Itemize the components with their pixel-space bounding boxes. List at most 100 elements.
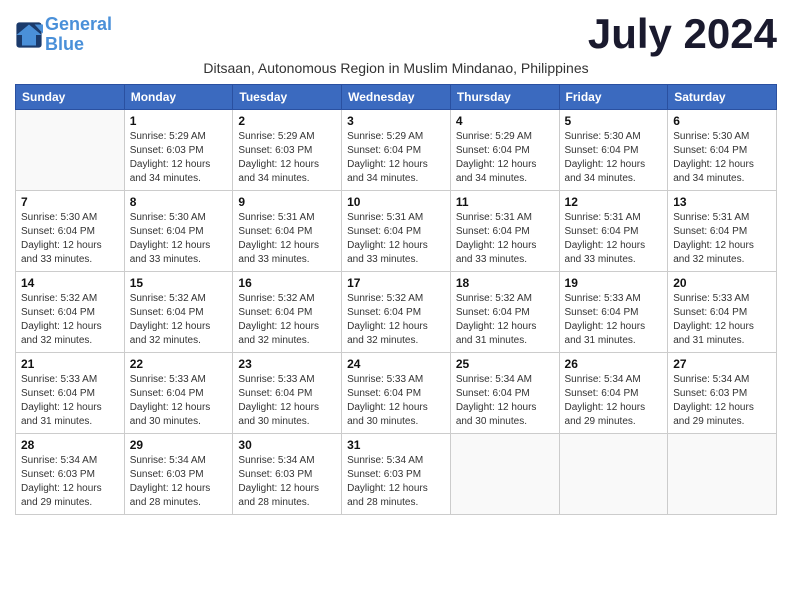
calendar-cell: 15 Sunrise: 5:32 AM Sunset: 6:04 PM Dayli… bbox=[124, 272, 233, 353]
calendar-week-2: 7 Sunrise: 5:30 AM Sunset: 6:04 PM Daylig… bbox=[16, 191, 777, 272]
day-number: 6 bbox=[673, 114, 771, 128]
subtitle: Ditsaan, Autonomous Region in Muslim Min… bbox=[15, 60, 777, 76]
calendar-cell: 21 Sunrise: 5:33 AM Sunset: 6:04 PM Dayli… bbox=[16, 353, 125, 434]
day-info: Sunrise: 5:31 AM Sunset: 6:04 PM Dayligh… bbox=[238, 211, 336, 267]
calendar-table: SundayMondayTuesdayWednesdayThursdayFrid… bbox=[15, 84, 777, 515]
day-number: 20 bbox=[673, 276, 771, 290]
day-number: 19 bbox=[565, 276, 663, 290]
day-info: Sunrise: 5:34 AM Sunset: 6:03 PM Dayligh… bbox=[238, 454, 336, 510]
calendar-cell: 25 Sunrise: 5:34 AM Sunset: 6:04 PM Dayli… bbox=[450, 353, 559, 434]
calendar-week-1: 1 Sunrise: 5:29 AM Sunset: 6:03 PM Daylig… bbox=[16, 110, 777, 191]
calendar-cell: 29Sunrise: 5:34 AM Sunset: 6:03 PM Dayli… bbox=[124, 434, 233, 515]
calendar-cell: 8 Sunrise: 5:30 AM Sunset: 6:04 PM Daylig… bbox=[124, 191, 233, 272]
day-info: Sunrise: 5:34 AM Sunset: 6:03 PM Dayligh… bbox=[347, 454, 445, 510]
day-number: 27 bbox=[673, 357, 771, 371]
calendar-cell: 4 Sunrise: 5:29 AM Sunset: 6:04 PM Daylig… bbox=[450, 110, 559, 191]
day-number: 24 bbox=[347, 357, 445, 371]
calendar-cell bbox=[16, 110, 125, 191]
day-info: Sunrise: 5:31 AM Sunset: 6:04 PM Dayligh… bbox=[456, 211, 554, 267]
day-info: Sunrise: 5:31 AM Sunset: 6:04 PM Dayligh… bbox=[565, 211, 663, 267]
calendar-cell: 31 Sunrise: 5:34 AM Sunset: 6:03 PM Dayli… bbox=[342, 434, 451, 515]
day-number: 4 bbox=[456, 114, 554, 128]
day-info: Sunrise: 5:32 AM Sunset: 6:04 PM Dayligh… bbox=[456, 292, 554, 348]
day-number: 1 bbox=[130, 114, 228, 128]
calendar-cell: 1 Sunrise: 5:29 AM Sunset: 6:03 PM Daylig… bbox=[124, 110, 233, 191]
calendar-cell bbox=[450, 434, 559, 515]
logo-line1: General bbox=[45, 14, 112, 34]
day-number: 2 bbox=[238, 114, 336, 128]
calendar-cell: 24 Sunrise: 5:33 AM Sunset: 6:04 PM Dayli… bbox=[342, 353, 451, 434]
day-number: 22 bbox=[130, 357, 228, 371]
day-info: Sunrise: 5:30 AM Sunset: 6:04 PM Dayligh… bbox=[565, 130, 663, 186]
day-number: 17 bbox=[347, 276, 445, 290]
calendar-cell: 18Sunrise: 5:32 AM Sunset: 6:04 PM Dayli… bbox=[450, 272, 559, 353]
calendar-cell: 19 Sunrise: 5:33 AM Sunset: 6:04 PM Dayli… bbox=[559, 272, 668, 353]
calendar-cell bbox=[668, 434, 777, 515]
day-info: Sunrise: 5:33 AM Sunset: 6:04 PM Dayligh… bbox=[565, 292, 663, 348]
logo: General Blue bbox=[15, 15, 112, 55]
calendar-cell: 26Sunrise: 5:34 AM Sunset: 6:04 PM Dayli… bbox=[559, 353, 668, 434]
day-info: Sunrise: 5:32 AM Sunset: 6:04 PM Dayligh… bbox=[130, 292, 228, 348]
day-number: 7 bbox=[21, 195, 119, 209]
header-saturday: Saturday bbox=[668, 85, 777, 110]
calendar-week-4: 21 Sunrise: 5:33 AM Sunset: 6:04 PM Dayli… bbox=[16, 353, 777, 434]
day-number: 29 bbox=[130, 438, 228, 452]
day-number: 23 bbox=[238, 357, 336, 371]
day-number: 31 bbox=[347, 438, 445, 452]
calendar-cell: 12Sunrise: 5:31 AM Sunset: 6:04 PM Dayli… bbox=[559, 191, 668, 272]
header-sunday: Sunday bbox=[16, 85, 125, 110]
calendar-cell: 16 Sunrise: 5:32 AM Sunset: 6:04 PM Dayli… bbox=[233, 272, 342, 353]
day-info: Sunrise: 5:29 AM Sunset: 6:04 PM Dayligh… bbox=[456, 130, 554, 186]
header-tuesday: Tuesday bbox=[233, 85, 342, 110]
day-number: 13 bbox=[673, 195, 771, 209]
header-thursday: Thursday bbox=[450, 85, 559, 110]
calendar-cell: 30 Sunrise: 5:34 AM Sunset: 6:03 PM Dayli… bbox=[233, 434, 342, 515]
day-number: 30 bbox=[238, 438, 336, 452]
day-info: Sunrise: 5:33 AM Sunset: 6:04 PM Dayligh… bbox=[673, 292, 771, 348]
calendar-cell: 23 Sunrise: 5:33 AM Sunset: 6:04 PM Dayli… bbox=[233, 353, 342, 434]
day-info: Sunrise: 5:34 AM Sunset: 6:04 PM Dayligh… bbox=[565, 373, 663, 429]
day-info: Sunrise: 5:31 AM Sunset: 6:04 PM Dayligh… bbox=[347, 211, 445, 267]
month-title: July 2024 bbox=[588, 10, 777, 58]
calendar-cell: 22 Sunrise: 5:33 AM Sunset: 6:04 PM Dayli… bbox=[124, 353, 233, 434]
day-info: Sunrise: 5:29 AM Sunset: 6:04 PM Dayligh… bbox=[347, 130, 445, 186]
day-info: Sunrise: 5:30 AM Sunset: 6:04 PM Dayligh… bbox=[673, 130, 771, 186]
day-info: Sunrise: 5:34 AM Sunset: 6:04 PM Dayligh… bbox=[456, 373, 554, 429]
day-info: Sunrise: 5:33 AM Sunset: 6:04 PM Dayligh… bbox=[238, 373, 336, 429]
header-friday: Friday bbox=[559, 85, 668, 110]
calendar-cell: 3 Sunrise: 5:29 AM Sunset: 6:04 PM Daylig… bbox=[342, 110, 451, 191]
day-number: 15 bbox=[130, 276, 228, 290]
day-number: 5 bbox=[565, 114, 663, 128]
day-info: Sunrise: 5:33 AM Sunset: 6:04 PM Dayligh… bbox=[347, 373, 445, 429]
calendar-cell: 14Sunrise: 5:32 AM Sunset: 6:04 PM Dayli… bbox=[16, 272, 125, 353]
day-info: Sunrise: 5:30 AM Sunset: 6:04 PM Dayligh… bbox=[130, 211, 228, 267]
calendar-week-3: 14Sunrise: 5:32 AM Sunset: 6:04 PM Dayli… bbox=[16, 272, 777, 353]
calendar-cell: 10 Sunrise: 5:31 AM Sunset: 6:04 PM Dayli… bbox=[342, 191, 451, 272]
day-number: 25 bbox=[456, 357, 554, 371]
day-info: Sunrise: 5:30 AM Sunset: 6:04 PM Dayligh… bbox=[21, 211, 119, 267]
day-info: Sunrise: 5:33 AM Sunset: 6:04 PM Dayligh… bbox=[130, 373, 228, 429]
day-number: 21 bbox=[21, 357, 119, 371]
day-number: 28 bbox=[21, 438, 119, 452]
calendar-cell: 9 Sunrise: 5:31 AM Sunset: 6:04 PM Daylig… bbox=[233, 191, 342, 272]
day-number: 3 bbox=[347, 114, 445, 128]
day-info: Sunrise: 5:32 AM Sunset: 6:04 PM Dayligh… bbox=[21, 292, 119, 348]
header-monday: Monday bbox=[124, 85, 233, 110]
calendar-cell: 20 Sunrise: 5:33 AM Sunset: 6:04 PM Dayli… bbox=[668, 272, 777, 353]
day-number: 10 bbox=[347, 195, 445, 209]
day-info: Sunrise: 5:32 AM Sunset: 6:04 PM Dayligh… bbox=[238, 292, 336, 348]
calendar-cell: 13 Sunrise: 5:31 AM Sunset: 6:04 PM Dayli… bbox=[668, 191, 777, 272]
day-info: Sunrise: 5:33 AM Sunset: 6:04 PM Dayligh… bbox=[21, 373, 119, 429]
day-info: Sunrise: 5:34 AM Sunset: 6:03 PM Dayligh… bbox=[673, 373, 771, 429]
day-info: Sunrise: 5:29 AM Sunset: 6:03 PM Dayligh… bbox=[238, 130, 336, 186]
day-info: Sunrise: 5:31 AM Sunset: 6:04 PM Dayligh… bbox=[673, 211, 771, 267]
calendar-cell bbox=[559, 434, 668, 515]
day-info: Sunrise: 5:29 AM Sunset: 6:03 PM Dayligh… bbox=[130, 130, 228, 186]
calendar-cell: 28Sunrise: 5:34 AM Sunset: 6:03 PM Dayli… bbox=[16, 434, 125, 515]
header-wednesday: Wednesday bbox=[342, 85, 451, 110]
day-number: 16 bbox=[238, 276, 336, 290]
day-number: 8 bbox=[130, 195, 228, 209]
calendar-cell: 27 Sunrise: 5:34 AM Sunset: 6:03 PM Dayli… bbox=[668, 353, 777, 434]
day-number: 9 bbox=[238, 195, 336, 209]
calendar-cell: 7 Sunrise: 5:30 AM Sunset: 6:04 PM Daylig… bbox=[16, 191, 125, 272]
